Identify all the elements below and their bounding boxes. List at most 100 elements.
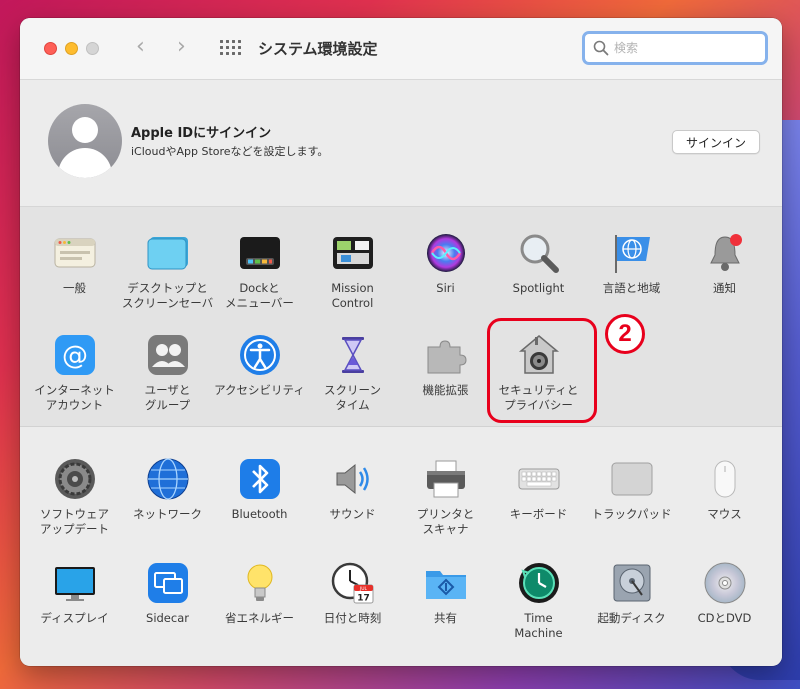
sharing-icon <box>424 561 468 605</box>
siri-icon <box>424 231 468 275</box>
pref-label: ユーザと グループ <box>144 383 191 412</box>
avatar[interactable] <box>48 104 122 178</box>
pref-printers-scanners[interactable]: プリンタと スキャナ <box>399 457 492 537</box>
pref-general[interactable]: 一般 <box>28 231 121 296</box>
pref-label: Dockと メニューバー <box>225 281 294 310</box>
preferences-section-hardware: ソフトウェア アップデート ネットワーク Bluetooth サウンド プリンタ… <box>20 427 782 665</box>
bluetooth-icon <box>238 457 282 501</box>
pref-sidecar[interactable]: Sidecar <box>121 561 214 626</box>
sound-icon <box>331 457 375 501</box>
back-arrow-icon[interactable]: ‹ <box>136 36 145 58</box>
calendar-day: 17 <box>357 594 370 604</box>
pref-label: Siri <box>436 281 455 295</box>
pref-sharing[interactable]: 共有 <box>399 561 492 626</box>
search-field[interactable] <box>582 31 768 65</box>
pref-software-update[interactable]: ソフトウェア アップデート <box>28 457 121 537</box>
screen-time-icon <box>331 333 375 377</box>
show-all-grid-icon[interactable] <box>220 40 241 56</box>
pref-energy-saver[interactable]: 省エネルギー <box>213 561 306 626</box>
titlebar: ‹ › システム環境設定 <box>20 18 782 80</box>
pref-bluetooth[interactable]: Bluetooth <box>213 457 306 522</box>
mouse-icon <box>703 457 747 501</box>
time-machine-icon <box>517 561 561 605</box>
pref-label: トラックパッド <box>591 507 672 521</box>
pref-label: キーボード <box>509 507 568 521</box>
svg-text:@: @ <box>62 341 88 371</box>
network-icon <box>146 457 190 501</box>
close-button[interactable] <box>44 42 57 55</box>
date-time-icon: JUL 17 <box>331 561 375 605</box>
pref-screen-time[interactable]: スクリーン タイム <box>306 333 399 413</box>
pref-spotlight[interactable]: Spotlight <box>492 231 585 296</box>
pref-language-region[interactable]: 言語と地域 <box>585 231 678 296</box>
keyboard-icon <box>517 457 561 501</box>
energy-icon <box>238 561 282 605</box>
pref-dock[interactable]: Dockと メニューバー <box>213 231 306 311</box>
pref-internet-accounts[interactable]: @ インターネット アカウント <box>28 333 121 413</box>
pref-sound[interactable]: サウンド <box>306 457 399 522</box>
pref-time-machine[interactable]: Time Machine <box>492 561 585 641</box>
pref-cd-dvd[interactable]: CDとDVD <box>678 561 771 626</box>
forward-arrow-icon[interactable]: › <box>177 36 186 58</box>
notifications-icon <box>703 231 747 275</box>
pref-label: Time Machine <box>514 611 563 640</box>
preferences-section-personal: 一般 デスクトップと スクリーンセーバ Dockと メニューバー Mission… <box>20 207 782 427</box>
pref-label: Spotlight <box>512 281 565 295</box>
pref-trackpad[interactable]: トラックパッド <box>585 457 678 522</box>
apple-id-title: Apple IDにサインイン <box>131 126 272 141</box>
pref-label: 日付と時刻 <box>323 611 382 625</box>
cd-dvd-icon <box>703 561 747 605</box>
pref-label: CDとDVD <box>697 611 752 625</box>
spotlight-icon <box>517 231 561 275</box>
pref-keyboard[interactable]: キーボード <box>492 457 585 522</box>
internet-accounts-icon: @ <box>53 333 97 377</box>
apple-id-subtitle: iCloudやApp Storeなどを設定します。 <box>131 145 329 158</box>
pref-label: ネットワーク <box>133 507 202 521</box>
window-title: システム環境設定 <box>258 40 378 58</box>
extensions-icon <box>424 333 468 377</box>
pref-startup-disk[interactable]: 起動ディスク <box>585 561 678 626</box>
general-icon <box>53 231 97 275</box>
system-preferences-window: ‹ › システム環境設定 Apple IDにサインイン iCloudやApp S… <box>20 18 782 666</box>
pref-displays[interactable]: ディスプレイ <box>28 561 121 626</box>
pref-extensions[interactable]: 機能拡張 <box>399 333 492 398</box>
desktop-icon <box>146 231 190 275</box>
pref-label: 機能拡張 <box>422 383 469 397</box>
display-icon <box>53 561 97 605</box>
search-input[interactable] <box>614 41 754 55</box>
pref-mission-control[interactable]: Mission Control <box>306 231 399 311</box>
mission-control-icon <box>331 231 375 275</box>
printer-icon <box>424 457 468 501</box>
minimize-button[interactable] <box>65 42 78 55</box>
pref-label: 通知 <box>713 281 736 295</box>
pref-label: 共有 <box>434 611 457 625</box>
pref-label: 省エネルギー <box>225 611 294 625</box>
signin-button[interactable]: サインイン <box>671 130 760 154</box>
pref-label: Mission Control <box>331 281 374 310</box>
pref-label: マウス <box>707 507 742 521</box>
pref-siri[interactable]: Siri <box>399 231 492 296</box>
zoom-button[interactable] <box>86 42 99 55</box>
pref-label: Bluetooth <box>231 507 288 521</box>
pref-accessibility[interactable]: アクセシビリティ <box>213 333 306 398</box>
calendar-month: JUL <box>358 586 367 592</box>
pref-label: アクセシビリティ <box>214 383 305 397</box>
pref-desktop[interactable]: デスクトップと スクリーンセーバ <box>121 231 214 311</box>
pref-network[interactable]: ネットワーク <box>121 457 214 522</box>
pref-date-time[interactable]: JUL 17 日付と時刻 <box>306 561 399 626</box>
pref-label: Sidecar <box>146 611 189 625</box>
pref-label: ディスプレイ <box>40 611 109 625</box>
pref-users-groups[interactable]: ユーザと グループ <box>121 333 214 413</box>
pref-label: デスクトップと スクリーンセーバ <box>121 281 214 310</box>
trackpad-icon <box>610 457 654 501</box>
pref-notifications[interactable]: 通知 <box>678 231 771 296</box>
users-icon <box>146 333 190 377</box>
software-update-icon <box>53 457 97 501</box>
pref-label: インターネット アカウント <box>34 383 115 412</box>
pref-mouse[interactable]: マウス <box>678 457 771 522</box>
pref-label: プリンタと スキャナ <box>416 507 475 536</box>
dock-icon <box>238 231 282 275</box>
annotation-highlight-box <box>487 318 597 423</box>
pref-label: 言語と地域 <box>602 281 661 295</box>
search-icon <box>593 40 609 56</box>
